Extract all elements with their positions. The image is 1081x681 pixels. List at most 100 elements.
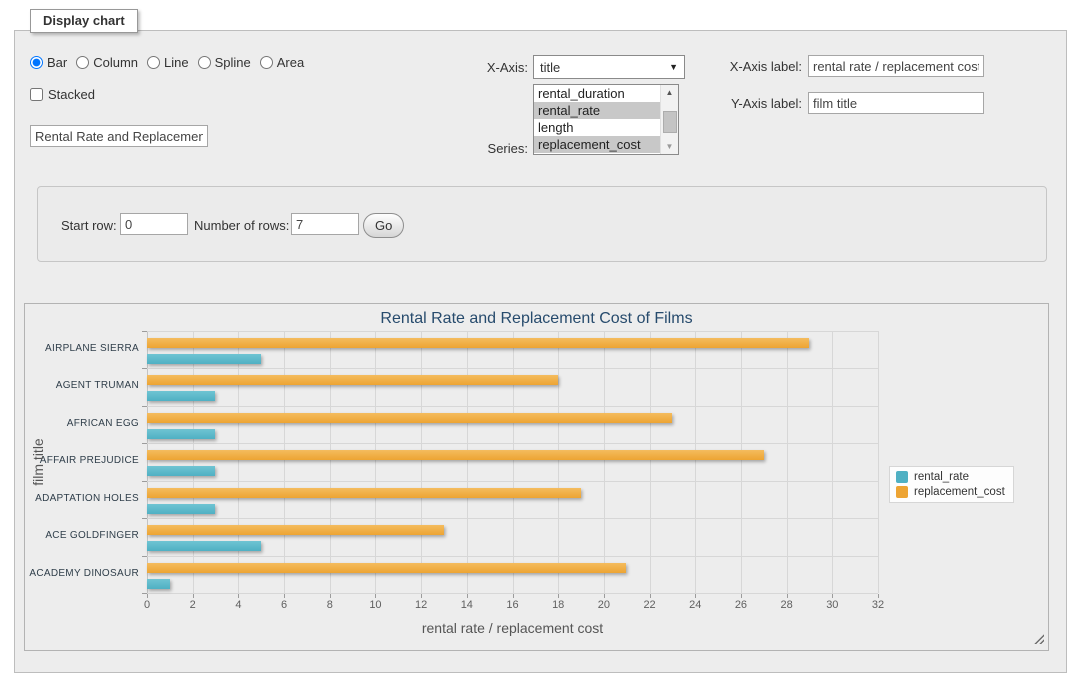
- chart-type-option-line[interactable]: Line: [147, 55, 189, 70]
- x-tick-mark: [330, 594, 331, 598]
- x-gridline: [330, 331, 331, 593]
- stacked-label: Stacked: [48, 87, 95, 102]
- x-tick-label: 8: [315, 599, 345, 611]
- num-rows-input[interactable]: [291, 213, 359, 235]
- legend-label: rental_rate: [914, 471, 969, 483]
- bar-rental_rate[interactable]: [147, 391, 215, 401]
- bar-rental_rate[interactable]: [147, 354, 261, 364]
- bar-replacement_cost[interactable]: [147, 488, 581, 498]
- bar-replacement_cost[interactable]: [147, 375, 558, 385]
- x-tick-label: 16: [498, 599, 528, 611]
- bar-rental_rate[interactable]: [147, 504, 215, 514]
- x-tick-label: 12: [406, 599, 436, 611]
- go-button[interactable]: Go: [363, 213, 404, 238]
- chart-title: Rental Rate and Replacement Cost of Film…: [25, 310, 1048, 328]
- y-axis-title: film title: [30, 392, 46, 532]
- chart-type-radio-line[interactable]: [147, 56, 160, 69]
- bar-replacement_cost[interactable]: [147, 563, 626, 573]
- series-scrollbar[interactable]: ▲ ▼: [660, 85, 678, 154]
- category-tick-mark: [142, 443, 147, 444]
- series-select-label: Series:: [430, 141, 528, 156]
- bar-rental_rate[interactable]: [147, 466, 215, 476]
- category-tick-mark: [142, 518, 147, 519]
- x-tick-mark: [878, 594, 879, 598]
- scrollbar-thumb[interactable]: [663, 111, 677, 133]
- x-tick-mark: [787, 594, 788, 598]
- resize-handle-icon[interactable]: [1032, 632, 1044, 644]
- bar-rental_rate[interactable]: [147, 541, 261, 551]
- x-axis-label-input[interactable]: [808, 55, 984, 77]
- legend-item-replacement_cost[interactable]: replacement_cost: [896, 486, 1005, 498]
- x-tick-label: 4: [223, 599, 253, 611]
- bar-replacement_cost[interactable]: [147, 413, 672, 423]
- x-tick-mark: [695, 594, 696, 598]
- y-axis-label-input[interactable]: [808, 92, 984, 114]
- x-tick-label: 0: [132, 599, 162, 611]
- bar-rental_rate[interactable]: [147, 429, 215, 439]
- legend-label: replacement_cost: [914, 486, 1005, 498]
- x-gridline: [787, 331, 788, 593]
- chart-type-radio-spline[interactable]: [198, 56, 211, 69]
- x-tick-label: 10: [360, 599, 390, 611]
- x-gridline: [421, 331, 422, 593]
- category-tick-mark: [142, 368, 147, 369]
- category-label: ACADEMY DINOSAUR: [25, 568, 139, 579]
- legend-item-rental_rate[interactable]: rental_rate: [896, 471, 1005, 483]
- x-tick-mark: [284, 594, 285, 598]
- category-tick-mark: [142, 481, 147, 482]
- chart-type-radio-bar[interactable]: [30, 56, 43, 69]
- series-listbox[interactable]: rental_durationrental_ratelengthreplacem…: [533, 84, 679, 155]
- series-option-rental_rate[interactable]: rental_rate: [534, 102, 661, 119]
- bar-replacement_cost[interactable]: [147, 338, 809, 348]
- chart-panel: Rental Rate and Replacement Cost of Film…: [24, 303, 1049, 651]
- scroll-up-icon[interactable]: ▲: [661, 85, 678, 100]
- x-gridline: [650, 331, 651, 593]
- x-gridline: [467, 331, 468, 593]
- series-option-replacement_cost[interactable]: replacement_cost: [534, 136, 661, 153]
- chart-type-option-label: Column: [93, 55, 138, 70]
- chart-type-option-label: Area: [277, 55, 304, 70]
- start-row-input[interactable]: [120, 213, 188, 235]
- chart-type-option-bar[interactable]: Bar: [30, 55, 67, 70]
- series-option-length[interactable]: length: [534, 119, 661, 136]
- chart-title-input[interactable]: [30, 125, 208, 147]
- fieldset-legend: Display chart: [30, 9, 138, 33]
- category-gridline: [147, 518, 878, 519]
- x-tick-label: 6: [269, 599, 299, 611]
- x-tick-label: 22: [635, 599, 665, 611]
- x-axis-selected-value: title: [540, 60, 560, 75]
- x-tick-mark: [467, 594, 468, 598]
- x-axis-title: rental rate / replacement cost: [147, 620, 878, 636]
- x-gridline: [375, 331, 376, 593]
- x-tick-mark: [741, 594, 742, 598]
- x-tick-mark: [513, 594, 514, 598]
- bar-replacement_cost[interactable]: [147, 525, 444, 535]
- x-gridline: [832, 331, 833, 593]
- bar-replacement_cost[interactable]: [147, 450, 764, 460]
- x-tick-label: 28: [772, 599, 802, 611]
- series-option-rental_duration[interactable]: rental_duration: [534, 85, 661, 102]
- scroll-down-icon[interactable]: ▼: [661, 139, 678, 154]
- x-tick-mark: [421, 594, 422, 598]
- series-options: rental_durationrental_ratelengthreplacem…: [534, 85, 661, 153]
- chart-type-radio-area[interactable]: [260, 56, 273, 69]
- y-axis-line: [147, 331, 148, 593]
- chart-type-option-spline[interactable]: Spline: [198, 55, 251, 70]
- x-axis-select-label: X-Axis:: [430, 60, 528, 75]
- stacked-option[interactable]: Stacked: [30, 87, 95, 102]
- chart-type-option-column[interactable]: Column: [76, 55, 138, 70]
- x-gridline: [284, 331, 285, 593]
- category-tick-mark: [142, 556, 147, 557]
- legend-swatch: [896, 486, 908, 498]
- x-axis-select[interactable]: title ▼: [533, 55, 685, 79]
- x-gridline: [513, 331, 514, 593]
- x-axis-label-label: X-Axis label:: [700, 59, 802, 74]
- x-gridline: [238, 331, 239, 593]
- stacked-checkbox[interactable]: [30, 88, 43, 101]
- chart-type-radio-column[interactable]: [76, 56, 89, 69]
- x-tick-mark: [650, 594, 651, 598]
- category-gridline: [147, 593, 878, 594]
- chart-type-option-area[interactable]: Area: [260, 55, 304, 70]
- chart-type-group: Bar Column Line Spline Area: [30, 55, 304, 70]
- bar-rental_rate[interactable]: [147, 579, 170, 589]
